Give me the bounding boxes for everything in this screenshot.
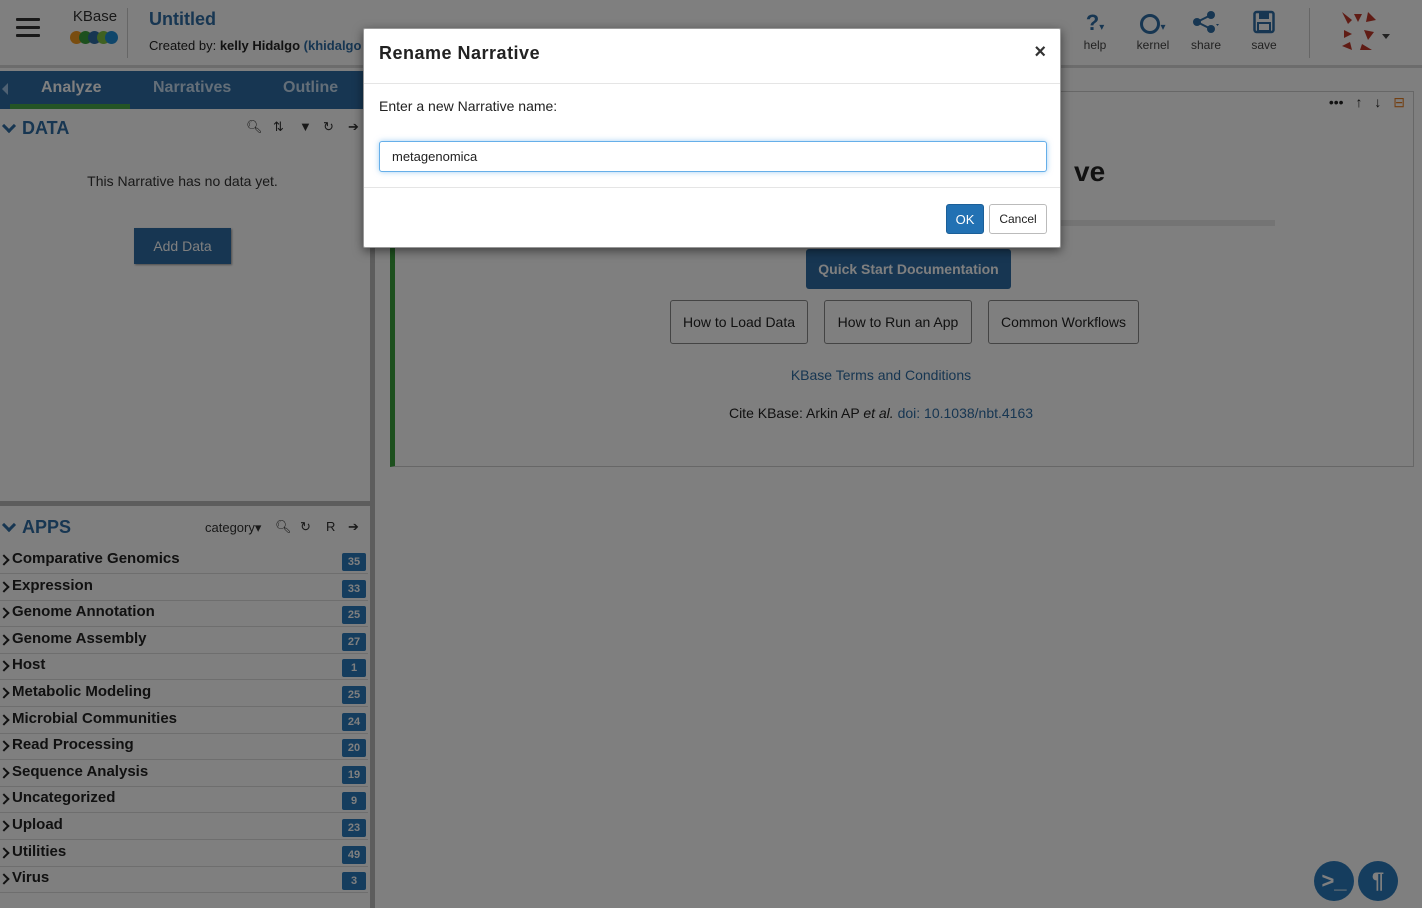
narrative-name-input[interactable]: [379, 141, 1047, 172]
close-icon[interactable]: ×: [1034, 41, 1046, 64]
ok-button[interactable]: OK: [946, 204, 984, 234]
dialog-header-divider: [364, 83, 1060, 84]
cancel-button[interactable]: Cancel: [989, 204, 1047, 234]
dialog-prompt: Enter a new Narrative name:: [379, 98, 558, 114]
dialog-title: Rename Narrative: [379, 43, 541, 63]
rename-narrative-dialog: Rename Narrative × Enter a new Narrative…: [363, 28, 1061, 248]
dialog-footer-divider: [364, 187, 1060, 188]
